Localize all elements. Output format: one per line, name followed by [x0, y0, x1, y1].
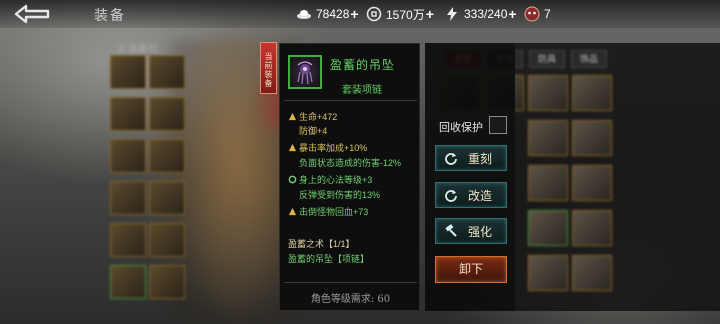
recycle-protect-label: 回收保护: [439, 121, 483, 134]
coin-value: 1570万: [386, 7, 425, 22]
demon-mask-icon: [524, 6, 540, 22]
divider: [284, 282, 417, 283]
refresh-icon: [445, 190, 457, 202]
equipment-slot[interactable]: [149, 181, 185, 215]
silver-add-button[interactable]: +: [350, 6, 358, 22]
mask-value: 7: [544, 7, 551, 21]
stat-line: 暴击率加成+10%: [288, 141, 367, 154]
equipment-slot[interactable]: [149, 55, 185, 89]
equipment-slot[interactable]: [110, 181, 146, 215]
stat-line: 负面状态造成的伤害-12%: [299, 158, 402, 168]
bag-slot[interactable]: [572, 210, 612, 246]
equipment-slot[interactable]: [149, 97, 185, 131]
bag-slot[interactable]: [572, 75, 612, 111]
bag-slot[interactable]: [528, 210, 568, 246]
coin-resource[interactable]: 1570万 +: [366, 6, 434, 22]
bag-slot[interactable]: [572, 255, 612, 291]
refresh-icon: [288, 175, 297, 184]
item-icon-frame: [288, 55, 322, 89]
tab-armor[interactable]: 防具: [529, 50, 565, 68]
tab-accessory[interactable]: 饰品: [571, 50, 607, 68]
coin-icon: [366, 6, 382, 22]
star-icon: [288, 143, 297, 152]
divider: [284, 100, 417, 101]
hammer-icon: [445, 224, 457, 237]
level-requirement: 角色等级需求: 60: [310, 294, 391, 305]
star-icon: [288, 112, 297, 121]
bag-slot[interactable]: [528, 255, 568, 291]
back-button[interactable]: [6, 2, 54, 26]
action-panel: 回收保护 重刻 改造 强化 卸下: [425, 43, 515, 311]
stat-line: 防御+4: [299, 126, 328, 136]
recast-button[interactable]: 重刻: [435, 145, 507, 171]
set-item: 盈蓄的吊坠【项链】: [288, 254, 370, 264]
equipment-slot[interactable]: [149, 223, 185, 257]
pendant-icon: [297, 61, 313, 85]
stat-line: 反弹受到伤害的13%: [299, 190, 381, 200]
stat-line: 击倒怪物回血+73: [288, 205, 368, 218]
equipment-slot[interactable]: [149, 139, 185, 173]
silver-ingot-icon: [297, 10, 311, 19]
equipment-slot[interactable]: [110, 223, 146, 257]
equipped-tag: 当前装备: [260, 42, 277, 94]
top-bar: 装备 78428 + 1570万 + 333/240 + 7: [0, 0, 720, 28]
bag-slot[interactable]: [528, 120, 568, 156]
silver-value: 78428: [316, 7, 350, 21]
back-arrow-icon: [14, 4, 50, 24]
silver-resource[interactable]: 78428 +: [296, 6, 359, 22]
bag-slot[interactable]: [528, 165, 568, 201]
stamina-resource[interactable]: 333/240 +: [444, 6, 517, 22]
bag-slot[interactable]: [572, 120, 612, 156]
reforge-button[interactable]: 改造: [435, 182, 507, 208]
coin-add-button[interactable]: +: [426, 6, 434, 22]
refresh-icon: [445, 153, 457, 165]
mask-resource[interactable]: 7: [524, 6, 551, 22]
equipment-slot[interactable]: [110, 139, 146, 173]
item-name: 盈蓄的吊坠: [330, 58, 396, 72]
bag-slot[interactable]: [528, 75, 568, 111]
page-title: 装备: [94, 8, 126, 24]
star-icon: [288, 207, 297, 216]
set-title: 盈蓄之术【1/1】: [288, 239, 355, 249]
stat-line: 生命+472: [288, 110, 337, 123]
equipment-slot-selected[interactable]: [110, 265, 146, 299]
lightning-stamina-icon: [447, 7, 457, 21]
equipment-column-label: X 装备栏: [118, 44, 159, 55]
enhance-button[interactable]: 强化: [435, 218, 507, 244]
unequip-button[interactable]: 卸下: [435, 256, 507, 283]
equipment-slot[interactable]: [110, 55, 146, 89]
item-detail-panel: 盈蓄的吊坠 套装项链 生命+472 防御+4 暴击率加成+10% 负面状态造成的…: [279, 43, 420, 311]
stamina-value: 333/240: [464, 7, 508, 21]
item-type: 套装项链: [342, 85, 382, 96]
recycle-protect-checkbox[interactable]: [489, 116, 507, 134]
stamina-add-button[interactable]: +: [508, 6, 516, 22]
bag-slot[interactable]: [572, 165, 612, 201]
equipment-slot[interactable]: [149, 265, 185, 299]
stat-line: 身上的心法等级+3: [288, 173, 372, 186]
equipment-slot[interactable]: [110, 97, 146, 131]
